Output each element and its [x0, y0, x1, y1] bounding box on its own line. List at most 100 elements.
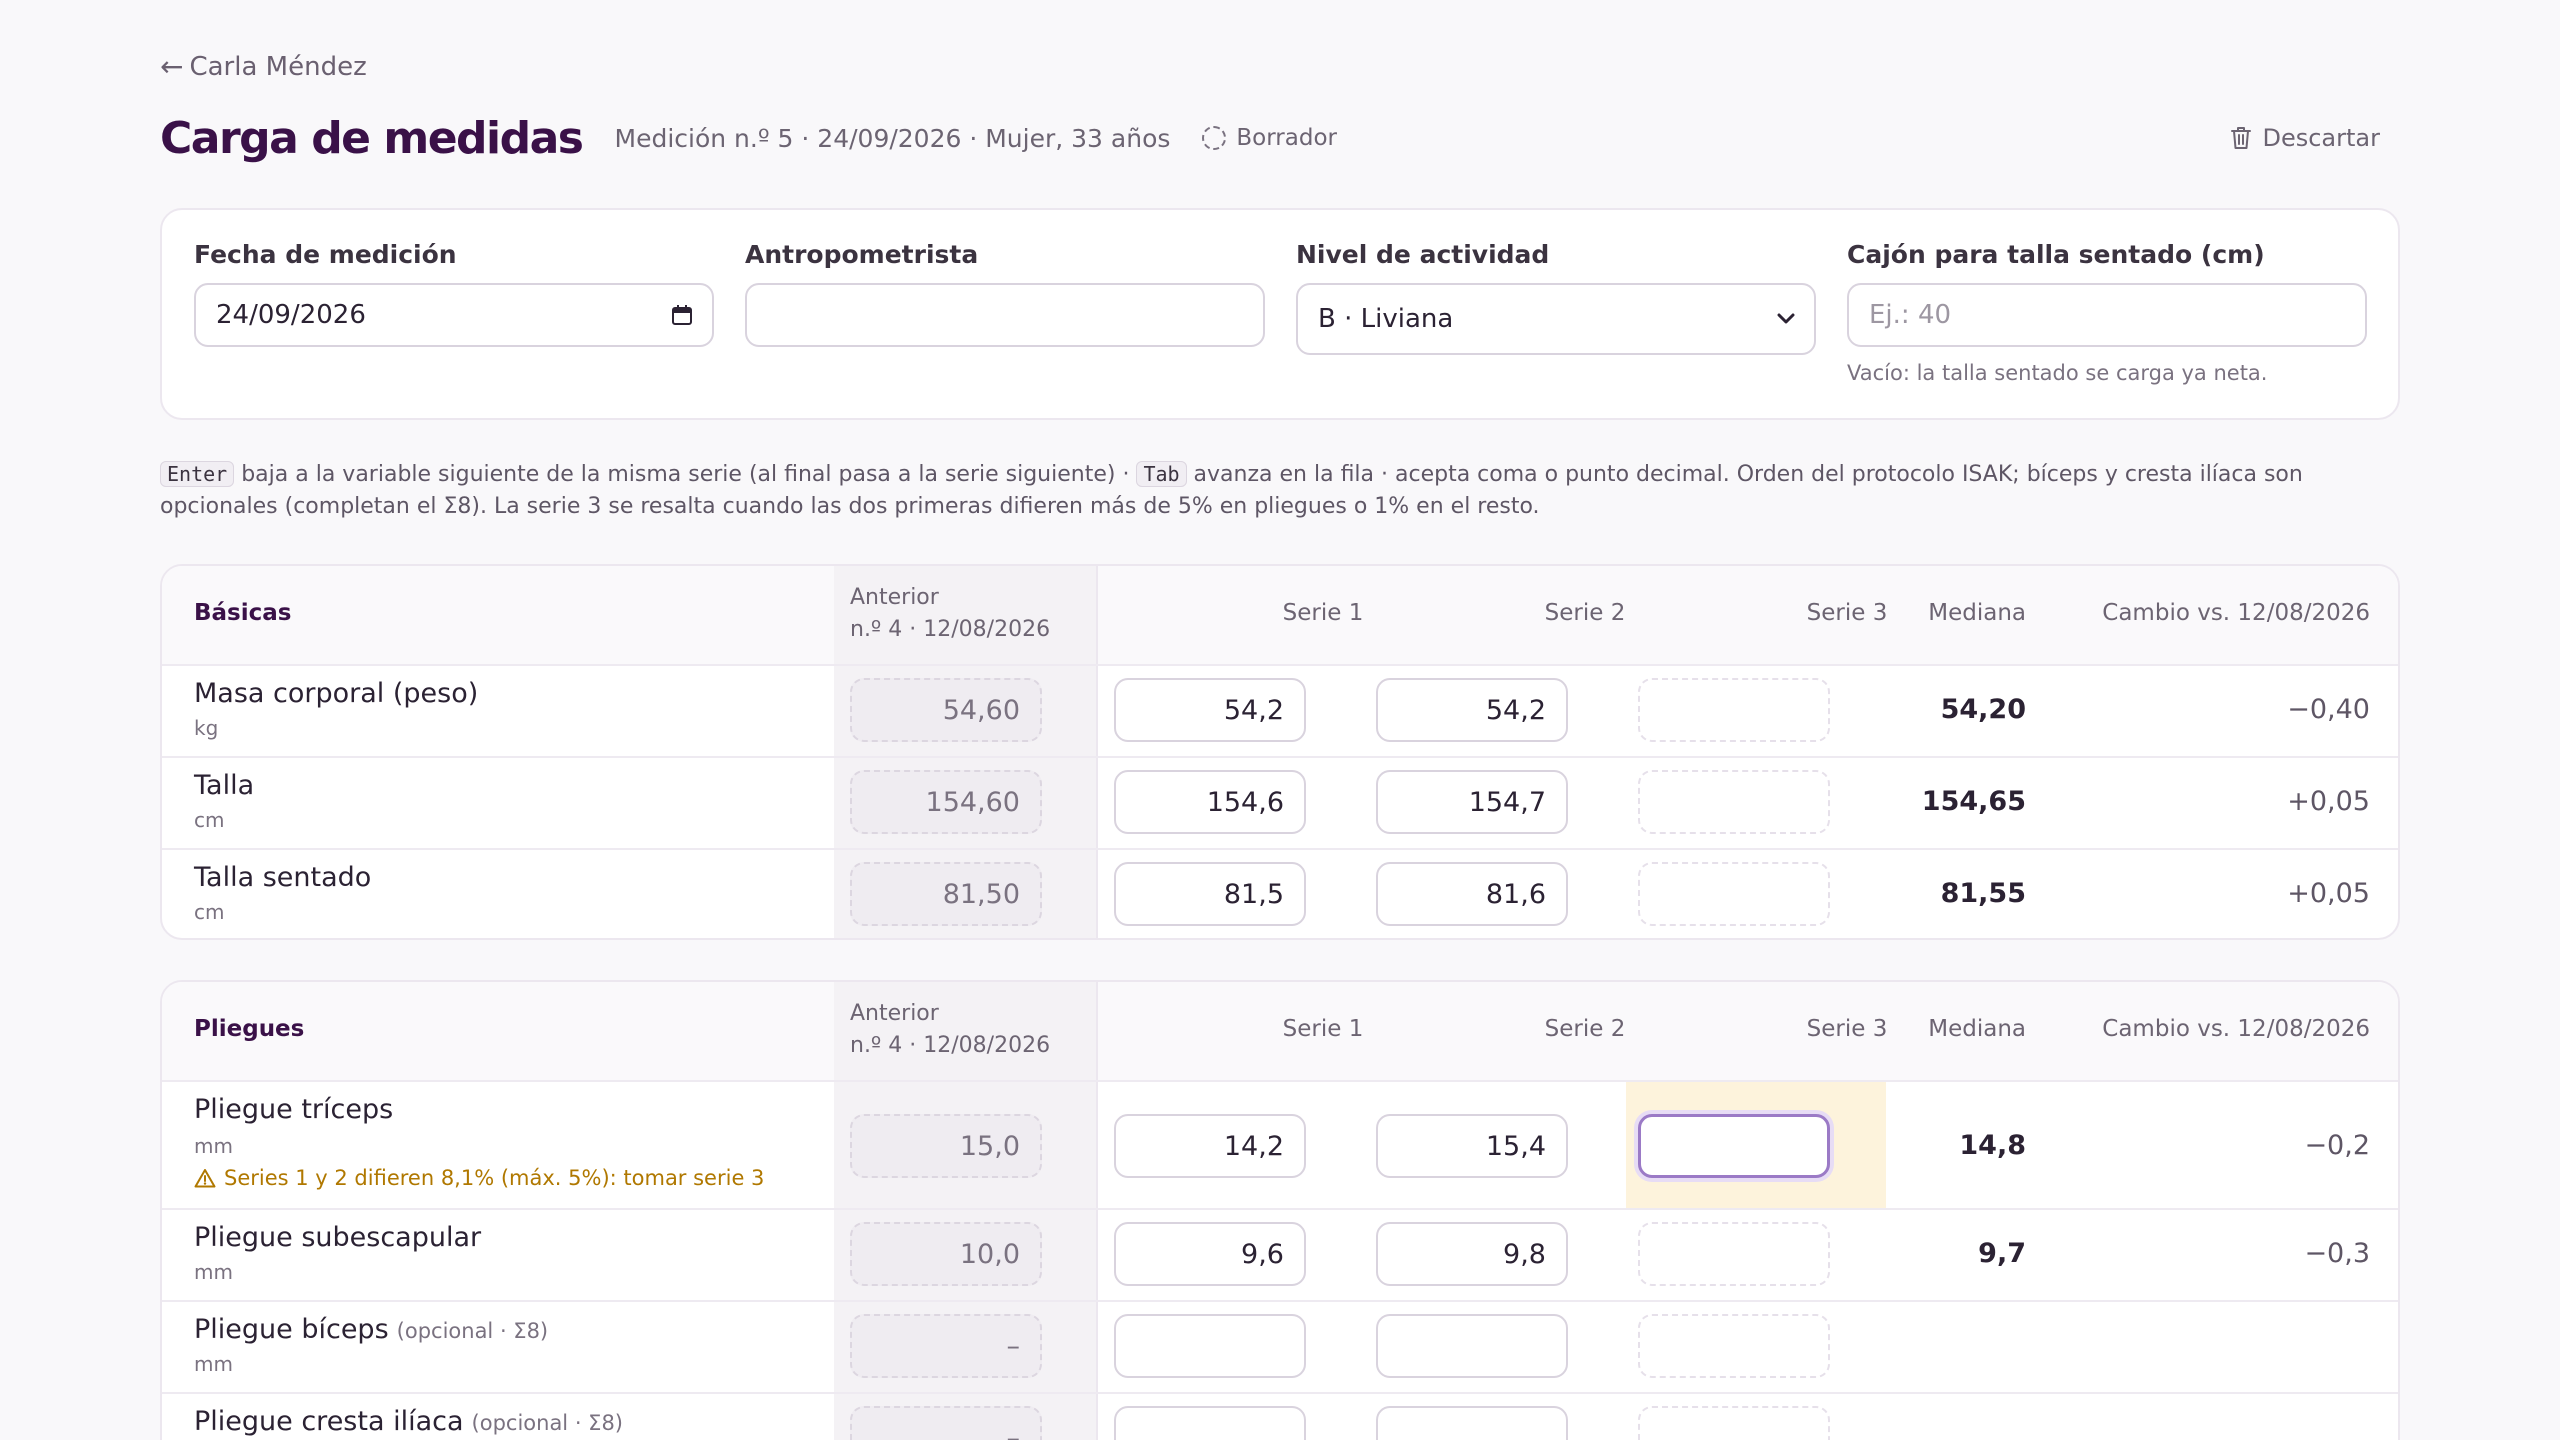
box-height-field: Cajón para talla sentado (cm) Ej.: 40 Va… — [1847, 240, 2367, 385]
serie3-input-focused[interactable] — [1638, 1114, 1830, 1178]
serie1-input[interactable]: 54,2 — [1114, 678, 1306, 742]
median-value: 9,7 — [1978, 1238, 2026, 1269]
serie3-input[interactable] — [1638, 678, 1830, 742]
date-value: 24/09/2026 — [216, 300, 366, 330]
activity-value: B · Liviana — [1318, 304, 1454, 334]
variable-name: Pliegue subescapular — [194, 1222, 482, 1253]
variable-name: Pliegue cresta ilíaca (opcional · Σ8) — [194, 1406, 623, 1437]
previous-column-header: Anterior n.º 4 · 12/08/2026 — [850, 998, 1050, 1062]
serie2-input[interactable] — [1376, 1406, 1568, 1440]
change-value: +0,05 — [2287, 786, 2370, 817]
serie2-input[interactable] — [1376, 1314, 1568, 1378]
serie1-input[interactable]: 14,2 — [1114, 1114, 1306, 1178]
serie3-header: Serie 3 — [1806, 600, 1888, 626]
serie3-header: Serie 3 — [1806, 1016, 1888, 1042]
serie1-input[interactable] — [1114, 1406, 1306, 1440]
series-warning: Series 1 y 2 difieren 8,1% (máx. 5%): to… — [194, 1166, 764, 1190]
variable-name: Pliegue tríceps — [194, 1094, 394, 1125]
calendar-icon[interactable] — [670, 303, 694, 327]
serie1-input[interactable]: 81,5 — [1114, 862, 1306, 926]
draft-ring-icon — [1202, 126, 1227, 150]
previous-header-date: n.º 4 · 12/08/2026 — [850, 1033, 1051, 1058]
serie2-input[interactable]: 9,8 — [1376, 1222, 1568, 1286]
serie3-input[interactable] — [1638, 1222, 1830, 1286]
variable-unit: cm — [194, 808, 225, 832]
variable-unit: mm — [194, 1352, 233, 1376]
change-value: +0,05 — [2287, 878, 2370, 909]
serie2-input[interactable]: 15,4 — [1376, 1114, 1568, 1178]
trash-icon — [2231, 127, 2252, 149]
discard-button[interactable]: Descartar — [2230, 124, 2380, 152]
previous-column-header: Anterior n.º 4 · 12/08/2026 — [850, 582, 1050, 646]
previous-value: – — [850, 1406, 1042, 1440]
median-value: 81,55 — [1940, 878, 2026, 909]
table-row: Pliegue cresta ilíaca(opcional · Σ8) mm … — [162, 1392, 2398, 1440]
keyboard-help: Enter baja a la variable siguiente de la… — [160, 458, 2400, 523]
box-height-placeholder: Ej.: 40 — [1869, 300, 1952, 330]
median-header: Mediana — [1928, 1016, 2026, 1042]
table-row: Talla cm 154,60 154,6 154,7 154,65 +0,05 — [162, 756, 2398, 850]
median-header: Mediana — [1928, 600, 2026, 626]
serie2-input[interactable]: 154,7 — [1376, 770, 1568, 834]
variable-unit: mm — [194, 1260, 233, 1284]
warning-text: Series 1 y 2 difieren 8,1% (máx. 5%): to… — [224, 1166, 765, 1190]
table-header: Pliegues Anterior n.º 4 · 12/08/2026 Ser… — [162, 982, 2398, 1080]
date-input[interactable]: 24/09/2026 — [194, 283, 714, 347]
previous-value: 15,0 — [850, 1114, 1042, 1178]
serie3-input[interactable] — [1638, 770, 1830, 834]
serie3-input[interactable] — [1638, 862, 1830, 926]
previous-value: 54,60 — [850, 678, 1042, 742]
table-row: Masa corporal (peso) kg 54,60 54,2 54,2 … — [162, 664, 2398, 758]
table-row: Pliegue bíceps (opcional · Σ8) mm – — [162, 1300, 2398, 1394]
back-link[interactable]: ← Carla Méndez — [160, 50, 367, 83]
previous-header-date: n.º 4 · 12/08/2026 — [850, 617, 1051, 642]
variable-name-text: Pliegue cresta ilíaca — [194, 1406, 464, 1437]
basicas-table: Básicas Anterior n.º 4 · 12/08/2026 Seri… — [160, 564, 2400, 940]
change-header: Cambio vs. 12/08/2026 — [2102, 600, 2370, 626]
serie1-header: Serie 1 — [1282, 600, 1364, 626]
table-row: Talla sentado cm 81,50 81,5 81,6 81,55 +… — [162, 848, 2398, 938]
serie2-input[interactable]: 81,6 — [1376, 862, 1568, 926]
box-height-input[interactable]: Ej.: 40 — [1847, 283, 2367, 347]
serie3-input[interactable] — [1638, 1314, 1830, 1378]
median-value: 54,20 — [1940, 694, 2026, 725]
box-height-hint: Vacío: la talla sentado se carga ya neta… — [1847, 361, 2268, 385]
discard-label: Descartar — [2262, 124, 2380, 152]
activity-label: Nivel de actividad — [1296, 240, 1550, 269]
pliegues-table: Pliegues Anterior n.º 4 · 12/08/2026 Ser… — [160, 980, 2400, 1440]
variable-unit: cm — [194, 900, 225, 924]
anthropometrist-label: Antropometrista — [745, 240, 979, 269]
box-height-label: Cajón para talla sentado (cm) — [1847, 240, 2265, 269]
chevron-down-icon — [1777, 313, 1795, 324]
median-value: 14,8 — [1959, 1130, 2026, 1161]
change-value: −0,40 — [2287, 694, 2370, 725]
previous-value: 10,0 — [850, 1222, 1042, 1286]
variable-name: Masa corporal (peso) — [194, 678, 479, 709]
serie3-input[interactable] — [1638, 1406, 1830, 1440]
table-row: Pliegue subescapular mm 10,0 9,6 9,8 9,7… — [162, 1208, 2398, 1302]
serie2-header: Serie 2 — [1544, 600, 1626, 626]
serie1-input[interactable] — [1114, 1314, 1306, 1378]
change-value: −0,3 — [2304, 1238, 2370, 1269]
variable-name: Talla — [194, 770, 255, 801]
change-value: −0,2 — [2304, 1130, 2370, 1161]
variable-unit: kg — [194, 716, 219, 740]
variable-name-text: Pliegue bíceps — [194, 1314, 389, 1345]
activity-select[interactable]: B · Liviana — [1296, 283, 1816, 355]
optional-tag: (opcional · Σ8) — [396, 1319, 549, 1343]
variable-name: Pliegue bíceps (opcional · Σ8) — [194, 1314, 548, 1345]
serie1-input[interactable]: 9,6 — [1114, 1222, 1306, 1286]
status-badge: Borrador — [1202, 125, 1337, 151]
anthropometrist-input[interactable] — [745, 283, 1265, 347]
section-title: Básicas — [194, 600, 292, 626]
variable-unit: mm — [194, 1134, 233, 1158]
serie2-input[interactable]: 54,2 — [1376, 678, 1568, 742]
median-value: 154,65 — [1921, 786, 2026, 817]
previous-header-label: Anterior — [850, 585, 939, 610]
serie1-input[interactable]: 154,6 — [1114, 770, 1306, 834]
tab-key: Tab — [1136, 461, 1187, 487]
page-title: Carga de medidas — [160, 112, 584, 164]
previous-value: – — [850, 1314, 1042, 1378]
date-label: Fecha de medición — [194, 240, 457, 269]
table-header: Básicas Anterior n.º 4 · 12/08/2026 Seri… — [162, 566, 2398, 664]
